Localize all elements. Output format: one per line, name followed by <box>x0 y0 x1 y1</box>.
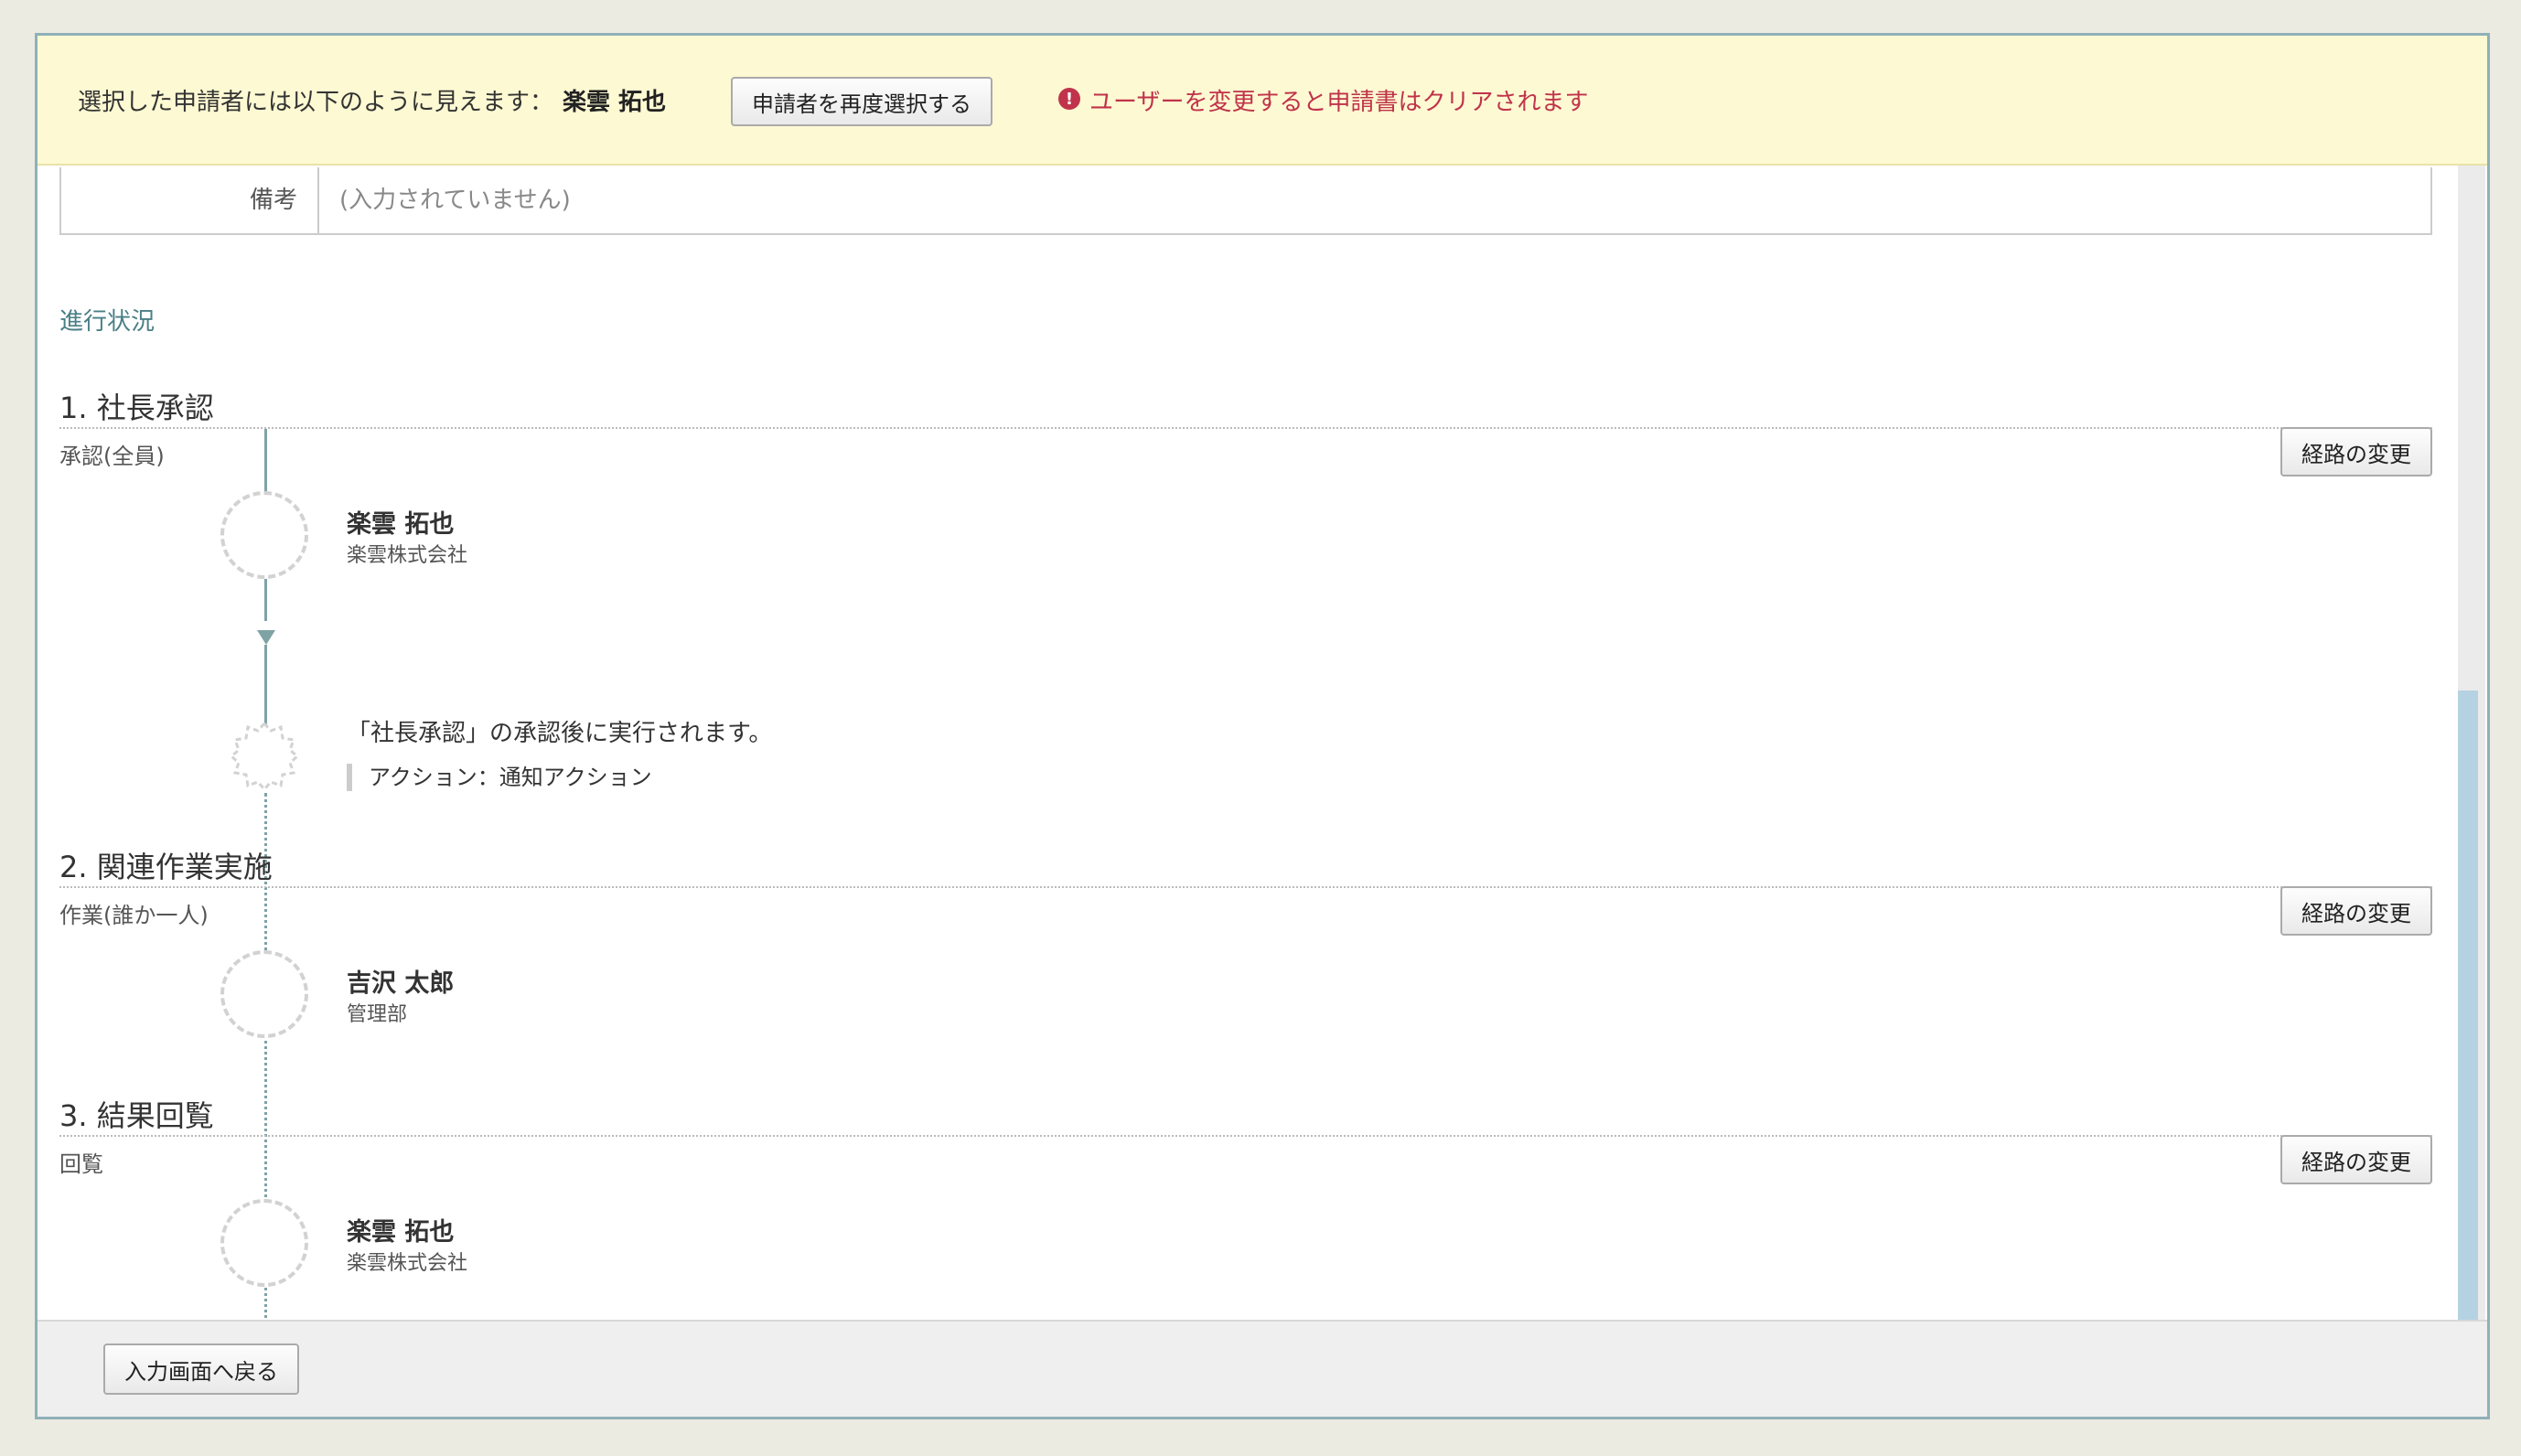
note-label: 備考 <box>61 167 319 233</box>
step-1-type: 承認(全員) <box>59 444 165 469</box>
step-3-route-change-button[interactable]: 経路の変更 <box>2280 1135 2432 1184</box>
step-1-divider <box>59 427 2432 429</box>
step-2-route-change-button[interactable]: 経路の変更 <box>2280 886 2432 936</box>
application-window: 選択した申請者には以下のように見えます： 楽雲 拓也 申請者を再度選択する ! … <box>35 33 2490 1419</box>
warning-text: ユーザーを変更すると申請書はクリアされます <box>1089 89 1589 116</box>
selected-applicant-label: 選択した申請者には以下のように見えます： <box>78 89 554 116</box>
applicant-banner: 選択した申請者には以下のように見えます： 楽雲 拓也 申請者を再度選択する ! … <box>38 36 2487 166</box>
step-2-person-name: 吉沢 太郎 <box>347 969 455 998</box>
step-3-type: 回覧 <box>59 1151 103 1177</box>
step-1-person-org: 楽雲株式会社 <box>347 544 468 567</box>
step-1-avatar <box>220 491 308 579</box>
flow-line <box>264 645 267 727</box>
step-3-divider <box>59 1135 2432 1137</box>
step-3-heading: 3. 結果回覧 <box>59 1098 214 1133</box>
scrollbar-thumb[interactable] <box>2458 691 2478 1342</box>
gear-icon <box>229 721 300 791</box>
action-description: 「社長承認」の承認後に実行されます。 <box>347 720 773 747</box>
reselect-applicant-button[interactable]: 申請者を再度選択する <box>731 77 992 126</box>
step-2-type: 作業(誰か一人) <box>59 903 209 928</box>
content-area: 備考 (入力されていません) 進行状況 1. 社長承認 承認(全員) 経路の変更… <box>38 166 2487 1417</box>
back-to-input-button[interactable]: 入力画面へ戻る <box>103 1344 299 1395</box>
selected-applicant-name: 楽雲 拓也 <box>563 89 667 116</box>
step-3-person-org: 楽雲株式会社 <box>347 1252 468 1275</box>
step-2-avatar <box>220 950 308 1038</box>
arrow-down-icon <box>257 630 275 645</box>
note-value: (入力されていません) <box>339 187 571 214</box>
step-1-heading: 1. 社長承認 <box>59 391 214 425</box>
step-1-person-name: 楽雲 拓也 <box>347 510 455 539</box>
step-3-person-name: 楽雲 拓也 <box>347 1218 455 1247</box>
step-1-route-change-button[interactable]: 経路の変更 <box>2280 427 2432 476</box>
step-3-avatar <box>220 1199 308 1287</box>
note-row: 備考 (入力されていません) <box>59 167 2432 235</box>
progress-title: 進行状況 <box>59 308 156 336</box>
step-2-divider <box>59 886 2432 888</box>
warning-icon: ! <box>1058 88 1080 110</box>
step-2-heading: 2. 関連作業実施 <box>59 850 273 884</box>
footer-bar: 入力画面へ戻る <box>38 1320 2487 1417</box>
step-2-person-org: 管理部 <box>347 1003 408 1026</box>
action-detail: アクション：通知アクション <box>347 764 652 791</box>
